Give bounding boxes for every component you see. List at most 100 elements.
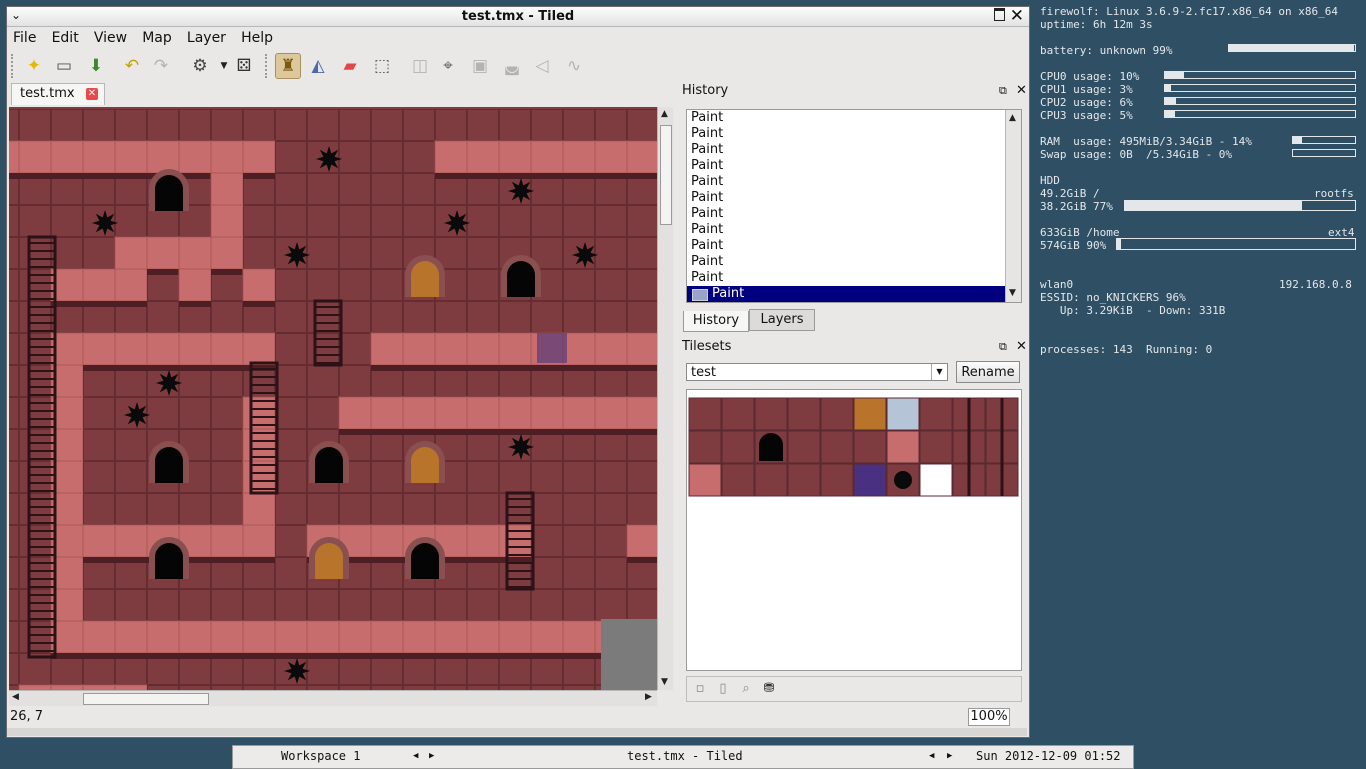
tileset-tile[interactable] [688,463,722,497]
history-item-selected[interactable]: Paint [687,286,1021,302]
rectangle-select-icon[interactable]: ⬚ [369,53,395,79]
title-bar[interactable]: ⌄ test.tmx - Tiled ✕ [7,6,1029,27]
insert-ellipse-icon[interactable]: ◛ [499,53,525,79]
insert-polygon-icon[interactable]: ◁ [529,53,555,79]
prev-workspace-icon[interactable]: ◀ [413,751,418,761]
history-item[interactable]: Paint [687,158,1021,174]
menu-file[interactable]: File [7,27,41,46]
tab-layers[interactable]: Layers [749,309,815,331]
tileset-tile[interactable] [919,463,953,497]
scroll-thumb[interactable] [660,125,672,225]
map-horizontal-scrollbar[interactable]: ◀ ▶ [9,690,657,706]
history-item[interactable]: Paint [687,190,1021,206]
maximize-icon[interactable] [994,8,1005,21]
rename-button[interactable]: Rename [956,361,1020,383]
scroll-right-icon[interactable]: ▶ [645,692,652,702]
tileset-arch-tile[interactable] [759,433,783,461]
history-item[interactable]: Paint [687,110,1021,126]
stamp-brush-icon[interactable]: ♜ [275,53,301,79]
tileset-tile[interactable] [853,430,887,464]
next-workspace-icon[interactable]: ▶ [429,751,434,761]
tileset-tile[interactable] [721,397,755,431]
menu-map[interactable]: Map [136,27,177,46]
tileset-tile[interactable] [919,430,953,464]
tileset-tile[interactable] [820,463,854,497]
tab-history[interactable]: History [683,311,749,332]
tileset-tile[interactable] [886,397,920,431]
edit-polygons-icon[interactable]: ⌖ [435,53,461,79]
menu-help[interactable]: Help [235,27,278,46]
tab-test-tmx[interactable]: test.tmx ✕ [11,83,105,105]
scroll-up-icon[interactable]: ▲ [1009,113,1016,123]
edit-tileset-icon[interactable]: ⌕ [737,680,755,698]
toolbar-grip[interactable] [265,54,272,78]
redo-icon[interactable]: ↷ [148,53,174,79]
eraser-icon[interactable]: ▰ [337,53,363,79]
float-dock-icon[interactable]: ⧉ [999,84,1007,98]
tileset-tile[interactable] [820,430,854,464]
tileset-select[interactable]: test ▼ [686,363,948,381]
tileset-hole-tile[interactable] [894,471,912,489]
window-bottom-scrollbar[interactable] [7,728,1027,736]
history-item[interactable]: Paint [687,270,1021,286]
undo-icon[interactable]: ↶ [119,53,145,79]
tileset-tile[interactable] [787,430,821,464]
float-dock-icon[interactable]: ⧉ [999,340,1007,354]
tileset-tile[interactable] [721,463,755,497]
tileset-tile[interactable] [688,430,722,464]
random-dice-icon[interactable]: ⚄ [231,53,257,79]
import-tileset-icon[interactable]: ▯ [714,680,732,698]
menu-edit[interactable]: Edit [46,27,84,46]
next-task-icon[interactable]: ▶ [947,751,952,761]
history-item[interactable]: Paint [687,206,1021,222]
workspace-label[interactable]: Workspace 1 [281,749,360,763]
tileset-tile[interactable] [820,397,854,431]
scroll-down-icon[interactable]: ▼ [1009,288,1016,298]
tileset-tile[interactable] [787,463,821,497]
close-dock-icon[interactable]: ✕ [1016,83,1027,98]
menu-view[interactable]: View [88,27,132,46]
save-icon[interactable]: ⬇ [83,53,109,79]
scroll-left-icon[interactable]: ◀ [12,692,19,702]
insert-polyline-icon[interactable]: ∿ [561,53,587,79]
select-objects-icon[interactable]: ◫ [407,53,433,79]
tileset-tile[interactable] [787,397,821,431]
history-scrollbar[interactable]: ▲ ▼ [1005,110,1021,302]
history-item[interactable]: Paint [687,222,1021,238]
tileset-tile[interactable] [919,397,953,431]
close-window-icon[interactable]: ✕ [1010,6,1024,26]
bucket-fill-icon[interactable]: ◭ [305,53,331,79]
history-item[interactable]: Paint [687,174,1021,190]
tileset-view[interactable] [686,389,1022,671]
map-canvas[interactable] [9,107,657,690]
history-item[interactable]: Paint [687,238,1021,254]
zoom-field[interactable]: 100% [968,708,1010,726]
tileset-tile[interactable] [754,397,788,431]
tileset-tiles[interactable] [687,390,1021,500]
close-tab-icon[interactable]: ✕ [86,88,98,100]
history-list[interactable]: Paint Paint Paint Paint Paint Paint Pain… [686,109,1022,303]
tileset-tile[interactable] [688,397,722,431]
chevron-down-icon[interactable]: ▼ [931,364,947,380]
close-dock-icon[interactable]: ✕ [1016,339,1027,354]
tileset-tile[interactable] [886,430,920,464]
menu-layer[interactable]: Layer [181,27,231,46]
open-icon[interactable]: ▭ [51,53,77,79]
tileset-tile[interactable] [853,463,887,497]
history-item[interactable]: Paint [687,142,1021,158]
insert-rectangle-icon[interactable]: ▣ [467,53,493,79]
scroll-up-icon[interactable]: ▲ [661,109,668,119]
new-icon[interactable]: ✦ [21,53,47,79]
command-gear-icon[interactable]: ⚙ [187,53,213,79]
prev-task-icon[interactable]: ◀ [929,751,934,761]
new-tileset-icon[interactable]: ▫ [691,680,709,698]
toolbar-grip[interactable] [11,54,18,78]
scroll-thumb[interactable] [83,693,209,705]
task-button[interactable]: test.tmx - Tiled [627,749,743,763]
tileset-tile[interactable] [754,463,788,497]
map-vertical-scrollbar[interactable]: ▲ ▼ [657,107,673,690]
tileset-tile[interactable] [721,430,755,464]
scroll-down-icon[interactable]: ▼ [661,677,668,687]
history-item[interactable]: Paint [687,254,1021,270]
tile-map[interactable] [9,107,657,690]
